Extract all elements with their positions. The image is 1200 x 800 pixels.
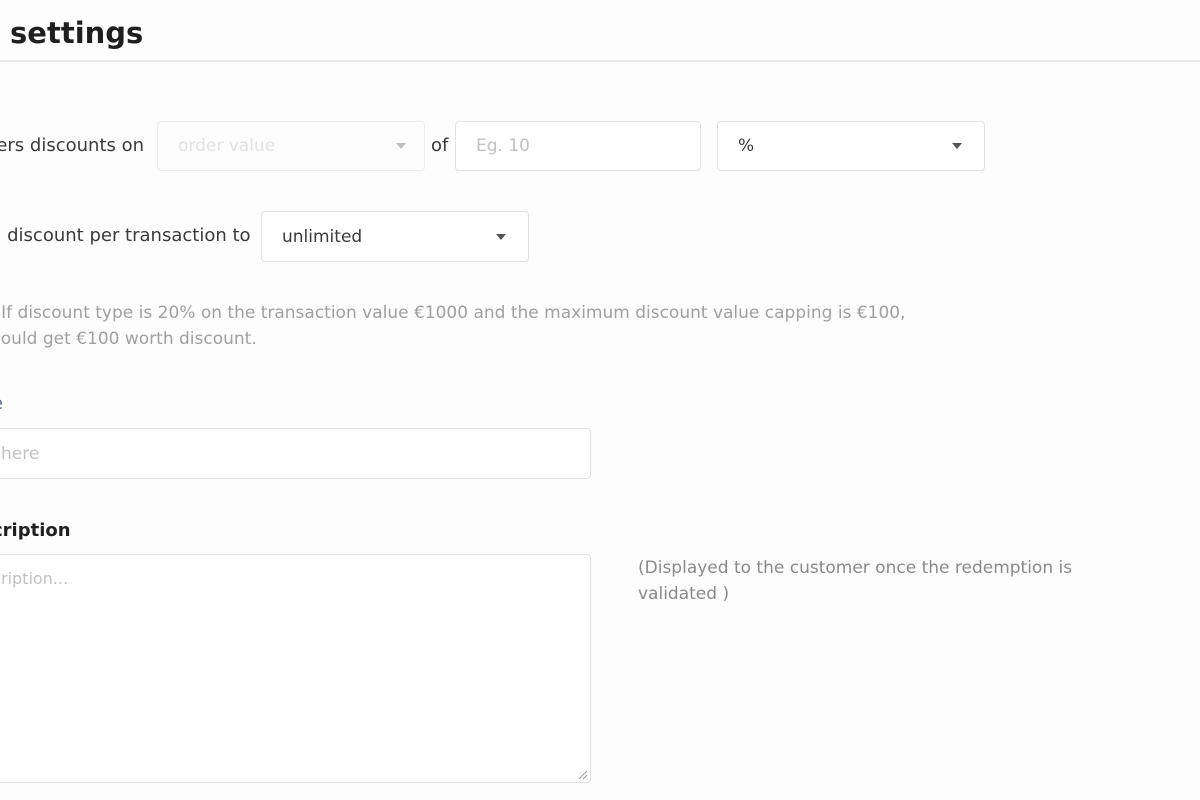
chevron-down-icon (952, 143, 962, 149)
discount-basis-placeholder: order value (178, 136, 276, 156)
max-discount-value: unlimited (282, 226, 363, 247)
discount-unit-select[interactable]: % (717, 121, 985, 171)
chevron-down-icon (396, 143, 406, 149)
page-header: l settings (0, 0, 1200, 62)
description-textarea[interactable]: ription... (0, 554, 591, 783)
description-helper-note: (Displayed to the customer once the rede… (638, 558, 1073, 604)
name-field-label: e (0, 393, 3, 414)
hint-line-2: hould get €100 worth discount. (0, 329, 257, 349)
of-label: of (431, 135, 449, 156)
discount-amount-placeholder: Eg. 10 (476, 136, 530, 156)
description-field-label: cription (0, 520, 71, 541)
name-input[interactable]: here (0, 428, 591, 479)
hint-line-1: : If discount type is 20% on the transac… (0, 303, 906, 323)
page-title: l settings (0, 16, 144, 50)
discount-amount-input[interactable]: Eg. 10 (455, 121, 701, 171)
settings-page: l settings fers discounts on order value… (0, 0, 1200, 800)
discount-example-hint: : If discount type is 20% on the transac… (0, 300, 970, 352)
max-discount-select[interactable]: unlimited (261, 211, 529, 262)
discount-unit-value: % (738, 136, 755, 156)
description-placeholder: ription... (1, 569, 69, 588)
name-input-placeholder: here (1, 443, 40, 464)
discount-basis-select[interactable]: order value (157, 121, 425, 171)
discount-on-label: fers discounts on (0, 135, 145, 156)
chevron-down-icon (496, 233, 506, 240)
max-discount-label: n discount per transaction to (0, 225, 251, 246)
resize-grip-icon[interactable] (576, 768, 588, 780)
